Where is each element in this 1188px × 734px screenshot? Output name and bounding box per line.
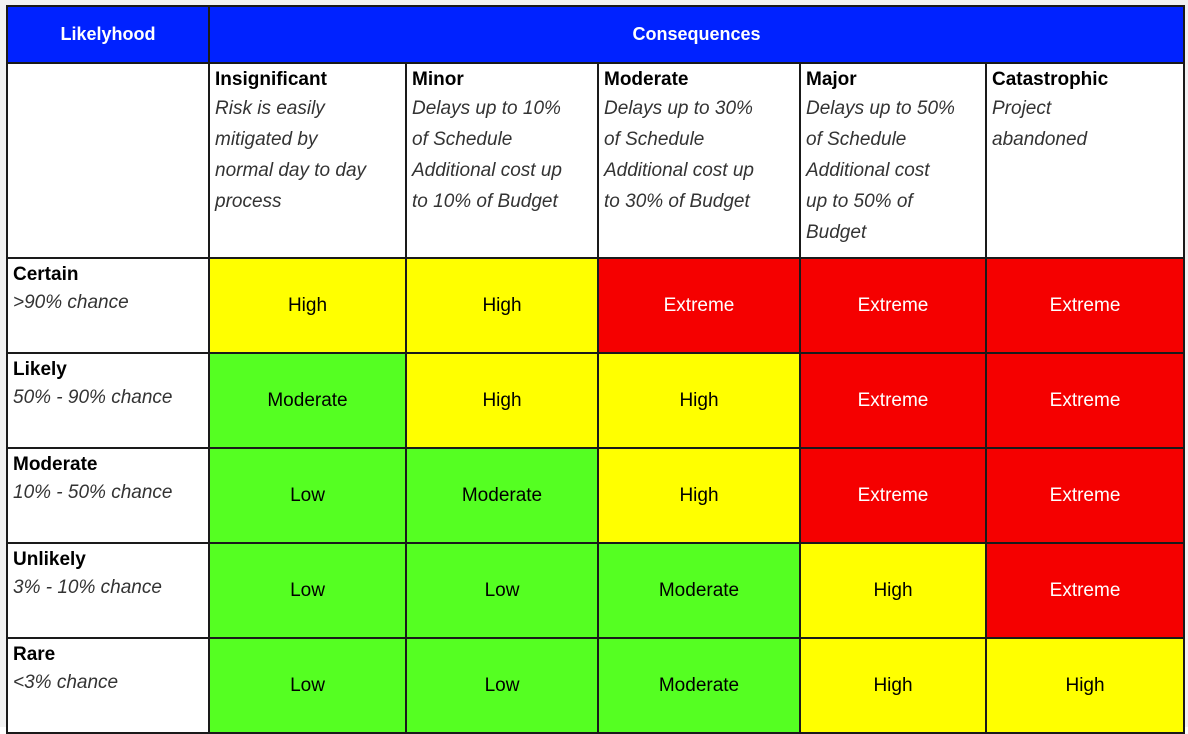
risk-cell-extreme: Extreme <box>597 257 801 354</box>
likelihood-label-cell: Rare <3% chance <box>6 637 210 734</box>
consequence-desc-line: Risk is easily <box>215 98 325 119</box>
consequence-desc-line: mitigated by <box>215 129 318 150</box>
likelihood-title: Rare <box>13 644 56 665</box>
consequence-desc-line: Delays up to 30% <box>604 98 753 119</box>
consequence-desc-line: of Schedule <box>412 129 513 150</box>
likelihood-chance: 50% - 90% chance <box>13 387 173 408</box>
consequences-header: Consequences <box>207 5 1186 64</box>
risk-cell-extreme: Extreme <box>984 257 1186 354</box>
consequence-catastrophic: Catastrophic Project abandoned <box>984 62 1186 259</box>
risk-matrix-table: Likelyhood Consequences Insignificant Ri… <box>6 5 1186 734</box>
risk-cell-high: High <box>984 637 1186 734</box>
likelihood-title: Certain <box>13 264 79 285</box>
likelihood-row-moderate: Moderate 10% - 50% chance Low Moderate High E… <box>6 447 1186 544</box>
consequence-title: Major <box>806 69 857 90</box>
risk-cell-high: High <box>405 352 599 449</box>
risk-cell-extreme: Extreme <box>799 257 987 354</box>
consequence-descriptions-row: Insignificant Risk is easily mitigated b… <box>6 62 1186 259</box>
consequence-desc-line: to 10% of Budget <box>412 191 558 212</box>
risk-cell-moderate: Moderate <box>208 352 407 449</box>
risk-cell-extreme: Extreme <box>984 542 1186 639</box>
likelihood-title: Likely <box>13 359 67 380</box>
consequence-desc-line: normal day to day <box>215 160 367 181</box>
consequence-desc-line: of Schedule <box>604 129 705 150</box>
risk-cell-low: Low <box>405 542 599 639</box>
likelihood-row-unlikely: Unlikely 3% - 10% chance Low Low Moderate Hig… <box>6 542 1186 639</box>
risk-cell-high: High <box>799 637 987 734</box>
likelihood-label-cell: Likely 50% - 90% chance <box>6 352 210 449</box>
risk-cell-moderate: Moderate <box>597 542 801 639</box>
consequence-desc-line: Delays up to 10% <box>412 98 561 119</box>
risk-cell-high: High <box>799 542 987 639</box>
risk-cell-low: Low <box>405 637 599 734</box>
risk-cell-high: High <box>405 257 599 354</box>
consequence-desc-line: up to 50% of <box>806 191 913 212</box>
risk-cell-extreme: Extreme <box>799 352 987 449</box>
consequence-desc-line: abandoned <box>992 129 1088 150</box>
risk-cell-extreme: Extreme <box>984 447 1186 544</box>
consequence-desc-line: of Schedule <box>806 129 907 150</box>
header-row: Likelyhood Consequences <box>6 5 1186 64</box>
risk-cell-low: Low <box>208 637 407 734</box>
risk-cell-moderate: Moderate <box>405 447 599 544</box>
consequence-desc-line: process <box>215 191 282 212</box>
likelihood-label-cell: Unlikely 3% - 10% chance <box>6 542 210 639</box>
likelihood-label-cell: Certain >90% chance <box>6 257 210 354</box>
consequence-title: Moderate <box>604 69 689 90</box>
risk-cell-low: Low <box>208 542 407 639</box>
risk-cell-high: High <box>208 257 407 354</box>
empty-corner-cell <box>6 62 210 259</box>
consequence-insignificant: Insignificant Risk is easily mitigated b… <box>208 62 407 259</box>
consequence-desc-line: Delays up to 50% <box>806 98 955 119</box>
risk-cell-extreme: Extreme <box>799 447 987 544</box>
likelihood-title: Moderate <box>13 454 98 475</box>
likelihood-row-certain: Certain >90% chance High High Extreme Extreme… <box>6 257 1186 354</box>
risk-cell-high: High <box>597 352 801 449</box>
likelihood-row-likely: Likely 50% - 90% chance Moderate High High Ex… <box>6 352 1186 449</box>
risk-cell-low: Low <box>208 447 407 544</box>
likelihood-chance: 10% - 50% chance <box>13 482 173 503</box>
consequence-desc-line: Additional cost up <box>412 160 562 181</box>
consequence-major: Major Delays up to 50% of Schedule Addit… <box>799 62 987 259</box>
consequence-moderate: Moderate Delays up to 30% of Schedule Ad… <box>597 62 801 259</box>
likelihood-header: Likelyhood <box>6 5 210 64</box>
risk-cell-moderate: Moderate <box>597 637 801 734</box>
consequence-desc-line: Additional cost up <box>604 160 754 181</box>
likelihood-row-rare: Rare <3% chance Low Low Moderate High High <box>6 637 1186 734</box>
consequence-desc-line: Budget <box>806 222 867 243</box>
likelihood-title: Unlikely <box>13 549 86 570</box>
likelihood-chance: 3% - 10% chance <box>13 577 162 598</box>
likelihood-chance: <3% chance <box>13 672 119 693</box>
consequence-title: Insignificant <box>215 69 327 90</box>
consequence-title: Minor <box>412 69 464 90</box>
consequence-desc-line: to 30% of Budget <box>604 191 750 212</box>
consequence-desc-line: Project <box>992 98 1052 119</box>
consequence-minor: Minor Delays up to 10% of Schedule Addit… <box>405 62 599 259</box>
likelihood-chance: >90% chance <box>13 292 129 313</box>
risk-cell-extreme: Extreme <box>984 352 1186 449</box>
consequence-desc-line: Additional cost <box>806 160 930 181</box>
consequence-title: Catastrophic <box>992 69 1109 90</box>
risk-cell-high: High <box>597 447 801 544</box>
likelihood-label-cell: Moderate 10% - 50% chance <box>6 447 210 544</box>
